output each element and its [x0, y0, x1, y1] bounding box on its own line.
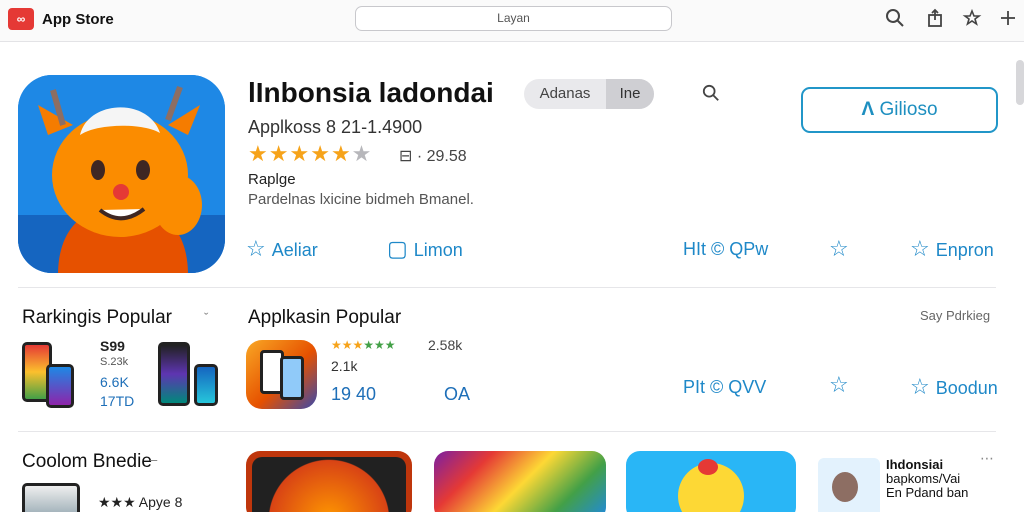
- get-button[interactable]: Λ Gilioso: [801, 87, 998, 133]
- side-line-3: En Pdand ban: [886, 485, 969, 500]
- star-icon: ★: [310, 141, 331, 166]
- popular-rating: 2.58k: [428, 337, 463, 353]
- popular-sub: 2.1k: [331, 358, 358, 374]
- action-label: HIt © QPw: [683, 239, 769, 259]
- ranking-value-4: 17TD: [100, 393, 135, 409]
- arrow-icon: Λ: [861, 99, 875, 120]
- divider: [18, 431, 996, 432]
- toggle-option-2[interactable]: Ine: [606, 79, 654, 109]
- action-pit-qvv[interactable]: PIt © QVV: [683, 374, 766, 400]
- section-title-rankings: Rarkingis Popular: [22, 307, 172, 328]
- phones-illustration: [150, 340, 222, 406]
- rating-count: ⊟ · 29.58: [399, 148, 467, 165]
- collection-thumb-2[interactable]: [434, 451, 606, 512]
- popular-value-left: 19 40: [331, 384, 377, 404]
- search-icon[interactable]: [883, 8, 907, 30]
- top-bar: ∞ App Store Layan: [0, 0, 1024, 42]
- collection-thumb-3[interactable]: [626, 451, 796, 512]
- star-icon: ★: [351, 141, 373, 166]
- favorite-button[interactable]: ☆: [829, 372, 855, 398]
- app-logo-icon[interactable]: ∞: [8, 8, 34, 30]
- popular-value-right: OA: [444, 384, 471, 404]
- app-store-window: ∞ App Store Layan lInbonsia ladondai Ada…: [0, 0, 1024, 512]
- star-icon: ★: [268, 141, 290, 166]
- segmented-toggle[interactable]: Adanas Ine: [524, 79, 654, 109]
- favorite-button[interactable]: ☆: [829, 236, 855, 262]
- side-line-2: bapkoms/Vai: [886, 471, 961, 486]
- ranking-value-1: S99: [100, 338, 125, 354]
- action-limon[interactable]: ▢ Limon: [387, 236, 463, 262]
- action-label: PIt © QVV: [683, 377, 767, 397]
- app-icon[interactable]: [18, 75, 225, 273]
- action-label: Boodun: [935, 378, 998, 398]
- more-icon[interactable]: ⋯: [980, 450, 994, 467]
- star-icon: ☆: [829, 236, 849, 261]
- ranking-value-2: S.23k: [100, 356, 129, 368]
- star-icon: ☆: [829, 372, 849, 397]
- bookmark-icon[interactable]: [960, 8, 984, 30]
- star-icon: ★: [248, 141, 269, 166]
- app-description: Pardelnas lxicine bidmeh Bmanel.: [248, 191, 474, 208]
- share-icon[interactable]: [923, 8, 947, 30]
- dash-icon: –: [150, 452, 158, 467]
- app-name: lInbonsia ladondai: [248, 77, 494, 108]
- phone-illustration: [22, 483, 82, 512]
- action-aeliar[interactable]: ☆ Aeliar: [246, 236, 318, 262]
- chevron-down-icon[interactable]: ˇ: [204, 310, 208, 325]
- action-hit-qpw[interactable]: HIt © QPw: [683, 236, 768, 262]
- action-label: Enpron: [935, 240, 994, 260]
- star-rating: ★★★★★★: [248, 142, 372, 166]
- divider: [18, 287, 996, 288]
- ranking-value-3: 6.6K: [100, 374, 129, 390]
- app-category: Raplge: [248, 171, 296, 188]
- scrollbar[interactable]: [1016, 60, 1024, 105]
- search-icon[interactable]: [700, 84, 722, 106]
- star-icon: ★: [330, 141, 352, 166]
- action-enpron[interactable]: ☆ Enpron: [910, 236, 994, 262]
- action-label: Limon: [413, 240, 463, 260]
- collection-thumb-1[interactable]: [246, 451, 412, 512]
- section-title-collection: Coolom Bnedie: [22, 451, 152, 472]
- phones-illustration: [22, 342, 80, 408]
- section-title-popular: Applkasin Popular: [248, 307, 402, 328]
- collection-mini-rating: ★★★ Apye 8: [98, 494, 183, 510]
- popular-app-icon[interactable]: [246, 340, 317, 409]
- get-button-label: Gilioso: [879, 99, 938, 120]
- action-boodun[interactable]: ☆ Boodun: [910, 374, 998, 400]
- collection-thumb-4[interactable]: [818, 458, 880, 512]
- star-icon: ☆: [910, 236, 930, 261]
- action-label: Aeliar: [271, 240, 318, 260]
- star-icon: ☆: [910, 374, 930, 399]
- app-title: App Store: [42, 11, 114, 28]
- collection-side-text: Ihdonsiai bapkoms/Vai En Pdand ban: [886, 458, 968, 500]
- popular-star-rating: ★★★★★★: [331, 338, 396, 352]
- toggle-option-1[interactable]: Adanas: [524, 79, 606, 109]
- mascot-illustration: [18, 75, 225, 273]
- side-line-1: Ihdonsiai: [886, 457, 944, 472]
- search-bar[interactable]: Layan: [355, 6, 672, 31]
- app-subtitle: Applkoss 8 21-1.4900: [248, 117, 423, 137]
- page-icon: ▢: [387, 236, 408, 261]
- star-icon: ☆: [246, 236, 266, 261]
- star-icon: ★: [289, 141, 311, 166]
- add-icon[interactable]: [996, 8, 1020, 30]
- see-all-link[interactable]: Say Pdrkieg: [920, 308, 990, 323]
